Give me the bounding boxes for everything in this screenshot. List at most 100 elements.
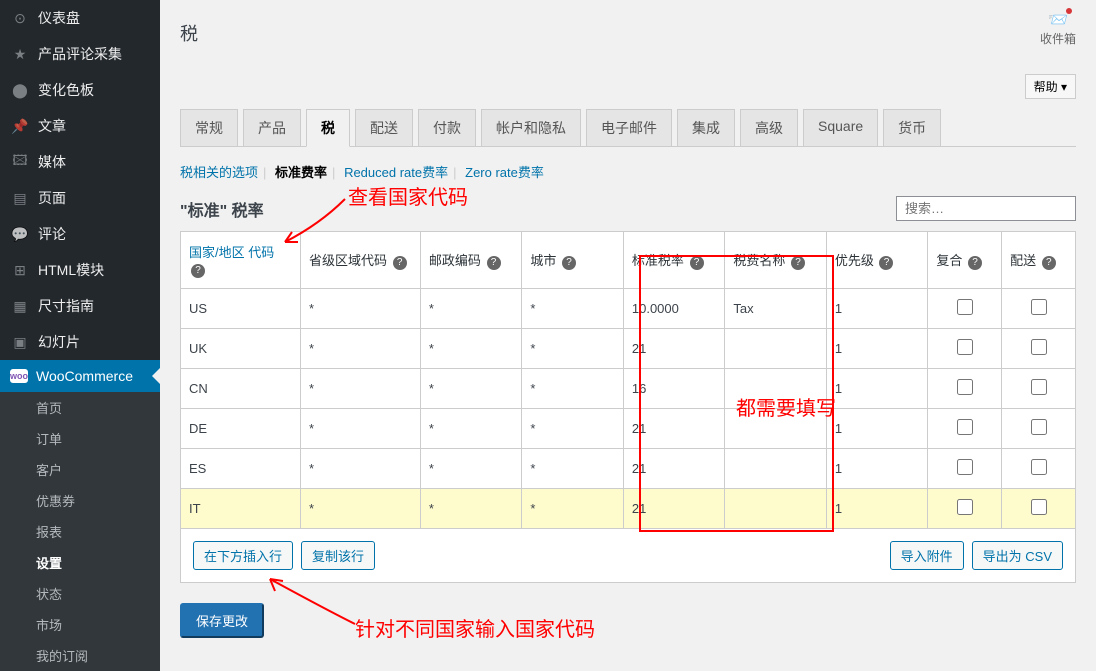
cell-name[interactable]: Tax — [725, 289, 826, 329]
sidebar-item-reviews[interactable]: ★产品评论采集 — [0, 36, 160, 72]
sidebar-item-media[interactable]: 🖾媒体 — [0, 144, 160, 180]
submenu-coupons[interactable]: 优惠券 — [0, 485, 160, 516]
compound-checkbox[interactable] — [957, 299, 973, 315]
tab-integration[interactable]: 集成 — [677, 109, 735, 147]
cell-city[interactable]: * — [522, 409, 623, 449]
shipping-checkbox[interactable] — [1031, 379, 1047, 395]
submenu-customers[interactable]: 客户 — [0, 454, 160, 485]
submenu-orders[interactable]: 订单 — [0, 423, 160, 454]
help-icon[interactable]: ? — [562, 256, 576, 270]
cell-name[interactable] — [725, 489, 826, 529]
table-row[interactable]: ES***211 — [181, 449, 1076, 489]
help-icon[interactable]: ? — [879, 256, 893, 270]
submenu-home[interactable]: 首页 — [0, 392, 160, 423]
help-icon[interactable]: ? — [487, 256, 501, 270]
compound-checkbox[interactable] — [957, 459, 973, 475]
submenu-status[interactable]: 状态 — [0, 578, 160, 609]
cell-postcode[interactable]: * — [420, 289, 521, 329]
tab-accounts[interactable]: 帐户和隐私 — [481, 109, 581, 147]
compound-checkbox[interactable] — [957, 499, 973, 515]
cell-state[interactable]: * — [300, 409, 420, 449]
cell-country[interactable]: CN — [181, 369, 301, 409]
inbox-button[interactable]: 📨 收件箱 — [1040, 10, 1076, 47]
help-icon[interactable]: ? — [393, 256, 407, 270]
help-icon[interactable]: ? — [690, 256, 704, 270]
tab-emails[interactable]: 电子邮件 — [586, 109, 672, 147]
help-button[interactable]: 帮助 ▾ — [1025, 74, 1076, 99]
import-button[interactable]: 导入附件 — [890, 541, 964, 570]
cell-country[interactable]: DE — [181, 409, 301, 449]
tab-currency[interactable]: 货币 — [883, 109, 941, 147]
save-button[interactable]: 保存更改 — [180, 603, 264, 638]
sidebar-item-woocommerce[interactable]: wooWooCommerce — [0, 360, 160, 392]
cell-city[interactable]: * — [522, 329, 623, 369]
cell-country[interactable]: ES — [181, 449, 301, 489]
cell-priority[interactable]: 1 — [826, 409, 927, 449]
tab-general[interactable]: 常规 — [180, 109, 238, 147]
cell-rate[interactable]: 21 — [623, 489, 724, 529]
insert-row-button[interactable]: 在下方插入行 — [193, 541, 293, 570]
compound-checkbox[interactable] — [957, 419, 973, 435]
sidebar-item-pages[interactable]: ▤页面 — [0, 180, 160, 216]
cell-rate[interactable]: 21 — [623, 449, 724, 489]
cell-rate[interactable]: 21 — [623, 409, 724, 449]
subtab-zero[interactable]: Zero rate费率 — [465, 165, 544, 180]
cell-city[interactable]: * — [522, 369, 623, 409]
cell-postcode[interactable]: * — [420, 369, 521, 409]
cell-priority[interactable]: 1 — [826, 489, 927, 529]
cell-state[interactable]: * — [300, 489, 420, 529]
help-icon[interactable]: ? — [1042, 256, 1056, 270]
cell-rate[interactable]: 10.0000 — [623, 289, 724, 329]
subtab-reduced[interactable]: Reduced rate费率 — [344, 165, 448, 180]
submenu-reports[interactable]: 报表 — [0, 516, 160, 547]
copy-row-button[interactable]: 复制该行 — [301, 541, 375, 570]
cell-country[interactable]: UK — [181, 329, 301, 369]
compound-checkbox[interactable] — [957, 339, 973, 355]
cell-city[interactable]: * — [522, 289, 623, 329]
submenu-subscription[interactable]: 我的订阅 — [0, 640, 160, 671]
shipping-checkbox[interactable] — [1031, 299, 1047, 315]
cell-postcode[interactable]: * — [420, 329, 521, 369]
col-country[interactable]: 国家/地区 代码 ? — [181, 232, 301, 289]
shipping-checkbox[interactable] — [1031, 459, 1047, 475]
subtab-options[interactable]: 税相关的选项 — [180, 165, 258, 180]
cell-name[interactable] — [725, 369, 826, 409]
table-row[interactable]: DE***211 — [181, 409, 1076, 449]
cell-state[interactable]: * — [300, 289, 420, 329]
shipping-checkbox[interactable] — [1031, 339, 1047, 355]
cell-postcode[interactable]: * — [420, 449, 521, 489]
cell-postcode[interactable]: * — [420, 489, 521, 529]
sidebar-item-comments[interactable]: 💬评论 — [0, 216, 160, 252]
shipping-checkbox[interactable] — [1031, 499, 1047, 515]
sidebar-item-swatches[interactable]: ⬤变化色板 — [0, 72, 160, 108]
tab-tax[interactable]: 税 — [306, 109, 350, 147]
table-row[interactable]: US***10.0000Tax1 — [181, 289, 1076, 329]
subtab-standard[interactable]: 标准费率 — [275, 165, 327, 180]
cell-priority[interactable]: 1 — [826, 369, 927, 409]
cell-priority[interactable]: 1 — [826, 449, 927, 489]
cell-rate[interactable]: 16 — [623, 369, 724, 409]
submenu-market[interactable]: 市场 — [0, 609, 160, 640]
sidebar-item-slides[interactable]: ▣幻灯片 — [0, 324, 160, 360]
export-csv-button[interactable]: 导出为 CSV — [972, 541, 1063, 570]
cell-city[interactable]: * — [522, 489, 623, 529]
compound-checkbox[interactable] — [957, 379, 973, 395]
help-icon[interactable]: ? — [791, 256, 805, 270]
sidebar-item-size[interactable]: ▦尺寸指南 — [0, 288, 160, 324]
tab-shipping[interactable]: 配送 — [355, 109, 413, 147]
sidebar-item-dashboard[interactable]: ⊙仪表盘 — [0, 0, 160, 36]
cell-state[interactable]: * — [300, 369, 420, 409]
sidebar-item-posts[interactable]: 📌文章 — [0, 108, 160, 144]
cell-country[interactable]: US — [181, 289, 301, 329]
help-icon[interactable]: ? — [191, 264, 205, 278]
sidebar-item-html[interactable]: ⊞HTML模块 — [0, 252, 160, 288]
cell-priority[interactable]: 1 — [826, 329, 927, 369]
tab-products[interactable]: 产品 — [243, 109, 301, 147]
table-row[interactable]: IT***211 — [181, 489, 1076, 529]
cell-rate[interactable]: 21 — [623, 329, 724, 369]
tab-payments[interactable]: 付款 — [418, 109, 476, 147]
submenu-settings[interactable]: 设置 — [0, 547, 160, 578]
table-row[interactable]: UK***211 — [181, 329, 1076, 369]
shipping-checkbox[interactable] — [1031, 419, 1047, 435]
table-row[interactable]: CN***161 — [181, 369, 1076, 409]
